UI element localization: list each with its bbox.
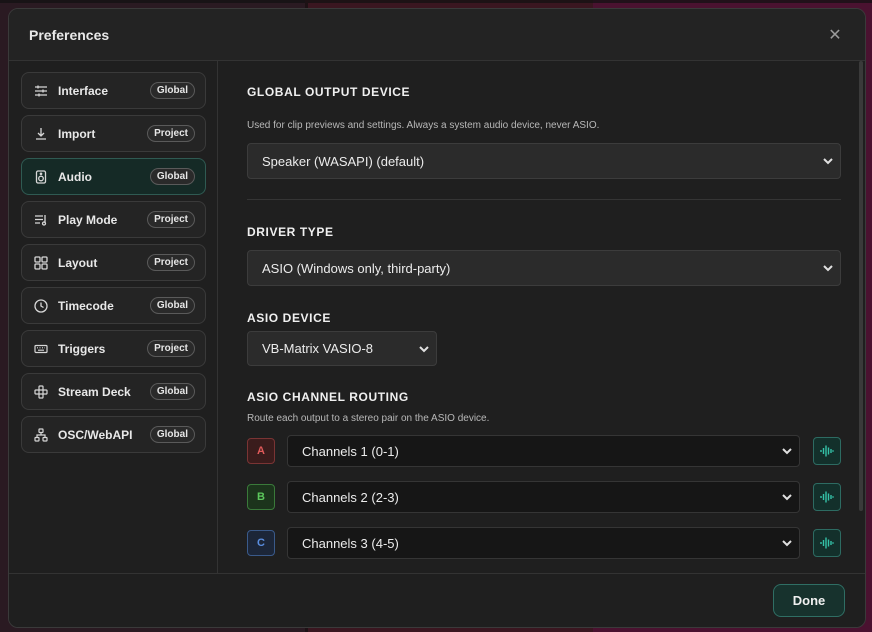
sidebar-item-label: Timecode [58,298,114,313]
sidebar-item-audio[interactable]: Audio Global [21,158,206,195]
chevron-down-icon [822,262,834,274]
scope-badge: Global [149,426,195,443]
scope-badge: Project [147,211,195,228]
global-output-select[interactable]: Speaker (WASAPI) (default) [247,143,841,179]
dialog-header: Preferences ✕ [9,9,865,61]
sidebar-item-layout[interactable]: Layout Project [21,244,206,281]
waveform-icon [820,444,834,458]
channel-select-a[interactable]: Channels 1 (0-1) [287,435,800,467]
select-value: Channels 3 (4-5) [302,535,399,551]
sliders-icon [34,84,48,98]
sidebar-item-osc-webapi[interactable]: OSC/WebAPI Global [21,416,206,453]
sidebar-item-label: Import [58,126,96,141]
grid-icon [34,255,48,270]
speaker-icon [34,169,48,184]
sidebar-item-label: Layout [58,255,98,270]
chevron-down-icon [418,343,430,355]
sidebar-item-label: Stream Deck [58,384,131,399]
section-title-asio-routing: ASIO CHANNEL ROUTING [247,390,409,404]
sidebar-item-timecode[interactable]: Timecode Global [21,287,206,324]
output-letter-badge: A [247,438,275,464]
sidebar-item-label: Audio [58,169,92,184]
section-title-driver-type: DRIVER TYPE [247,225,334,239]
done-button[interactable]: Done [773,584,845,617]
test-audio-button-b[interactable] [813,483,841,511]
routing-row-b: B Channels 2 (2-3) [247,479,841,515]
output-letter-badge: C [247,530,275,556]
audio-settings-panel[interactable]: GLOBAL OUTPUT DEVICE Used for clip previ… [218,61,865,573]
stream-deck-icon [34,384,48,399]
scope-badge: Project [147,254,195,271]
content-scrollbar[interactable] [859,61,863,511]
sidebar-item-label: Triggers [58,341,106,356]
close-icon: ✕ [828,26,842,44]
clock-icon [34,298,48,313]
section-title-asio-device: ASIO DEVICE [247,311,331,325]
sidebar-item-import[interactable]: Import Project [21,115,206,152]
dialog-footer: Done [9,573,865,627]
preferences-dialog: Preferences ✕ Interface Global Import Pr… [8,8,866,628]
scope-badge: Project [147,125,195,142]
section-divider [247,199,841,200]
keyboard-icon [34,342,48,356]
channel-select-b[interactable]: Channels 2 (2-3) [287,481,800,513]
scope-badge: Global [149,82,195,99]
chevron-down-icon [781,445,793,457]
select-value: Channels 2 (2-3) [302,489,399,505]
waveform-icon [820,490,834,504]
select-value: ASIO (Windows only, third-party) [262,260,451,276]
scope-badge: Global [149,168,195,185]
select-value: VB-Matrix VASIO-8 [262,341,374,356]
channel-select-c[interactable]: Channels 3 (4-5) [287,527,800,559]
routing-row-c: C Channels 3 (4-5) [247,525,841,561]
output-letter-badge: B [247,484,275,510]
close-button[interactable]: ✕ [825,25,845,45]
section-title-global-output: GLOBAL OUTPUT DEVICE [247,85,411,99]
playlist-icon [34,213,48,227]
asio-device-select[interactable]: VB-Matrix VASIO-8 [247,331,437,366]
select-value: Channels 1 (0-1) [302,443,399,459]
select-value: Speaker (WASAPI) (default) [262,153,425,169]
waveform-icon [820,536,834,550]
scope-badge: Global [149,297,195,314]
network-icon [34,427,48,442]
download-icon [34,127,48,141]
test-audio-button-a[interactable] [813,437,841,465]
driver-type-select[interactable]: ASIO (Windows only, third-party) [247,250,841,286]
sidebar-item-stream-deck[interactable]: Stream Deck Global [21,373,206,410]
scope-badge: Project [147,340,195,357]
chevron-down-icon [822,155,834,167]
asio-routing-help: Route each output to a stereo pair on th… [247,413,490,424]
sidebar-item-triggers[interactable]: Triggers Project [21,330,206,367]
routing-row-a: A Channels 1 (0-1) [247,433,841,469]
dialog-title: Preferences [29,26,110,43]
scope-badge: Global [149,383,195,400]
sidebar-item-label: Interface [58,83,109,98]
chevron-down-icon [781,491,793,503]
sidebar-item-label: Play Mode [58,212,118,227]
test-audio-button-c[interactable] [813,529,841,557]
sidebar-item-interface[interactable]: Interface Global [21,72,206,109]
global-output-help: Used for clip previews and settings. Alw… [247,120,600,131]
sidebar-item-label: OSC/WebAPI [58,427,133,442]
sidebar-item-play-mode[interactable]: Play Mode Project [21,201,206,238]
preferences-sidebar: Interface Global Import Project Audio Gl… [9,61,218,573]
chevron-down-icon [781,537,793,549]
